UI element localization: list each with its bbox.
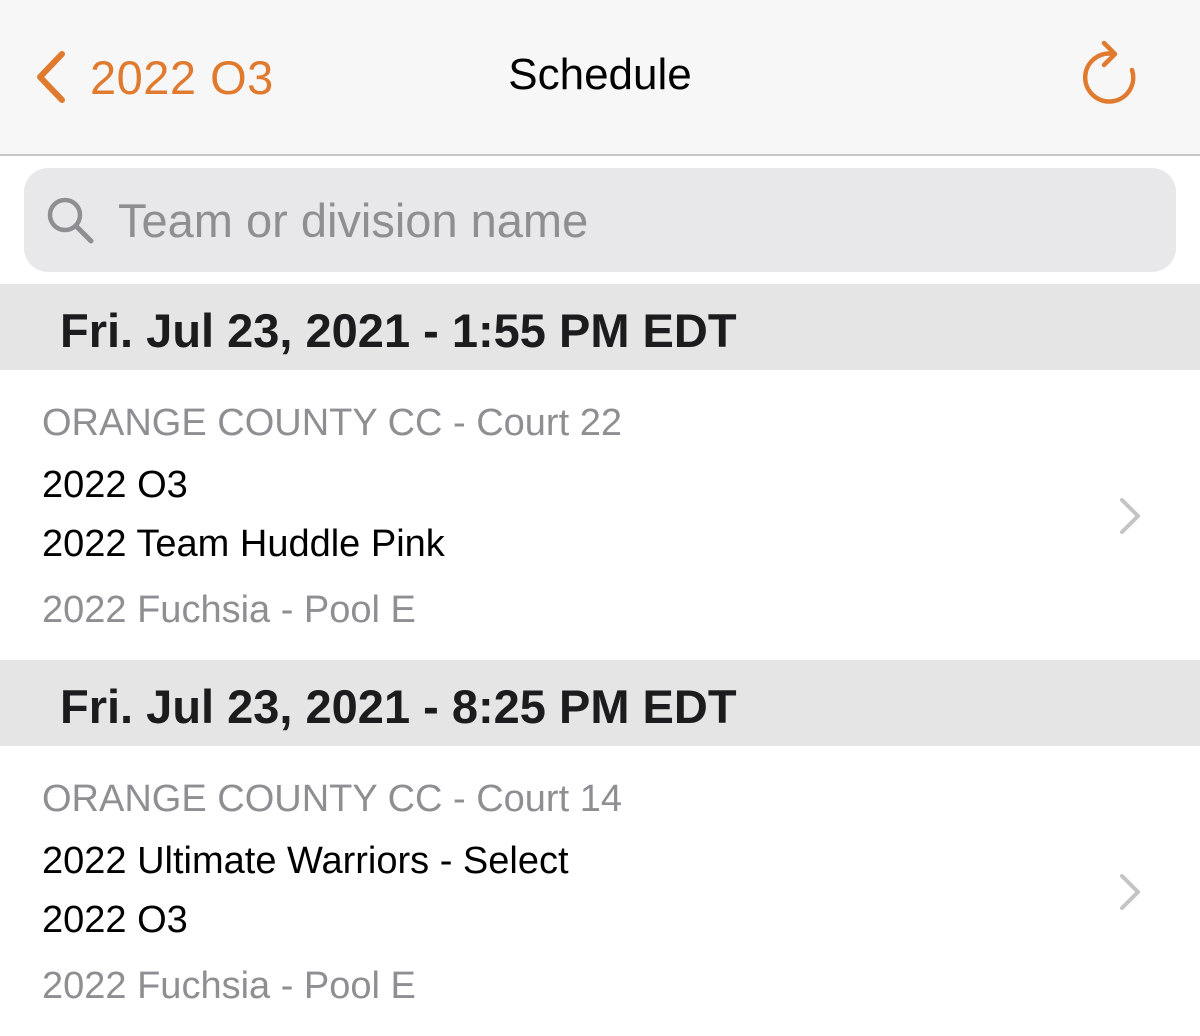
section-header-date: Fri. Jul 23, 2021 - 8:25 PM EDT — [60, 680, 737, 733]
game-location: ORANGE COUNTY CC - Court 22 — [42, 402, 622, 444]
chevron-right-icon — [1120, 874, 1140, 910]
game-location: ORANGE COUNTY CC - Court 14 — [42, 778, 622, 820]
navigation-bar: 2022 O3 Schedule — [0, 0, 1200, 156]
game-team-2: 2022 O3 — [42, 899, 188, 941]
game-team-1: 2022 O3 — [42, 464, 188, 506]
game-division: 2022 Fuchsia - Pool E — [42, 589, 416, 631]
game-row[interactable]: ORANGE COUNTY CC - Court 14 2022 Ultimat… — [0, 746, 1200, 1036]
page-title: Schedule — [508, 50, 692, 99]
refresh-button[interactable] — [1078, 40, 1142, 108]
search-bar-container — [0, 156, 1200, 284]
search-icon — [47, 197, 94, 244]
section-header: Fri. Jul 23, 2021 - 8:25 PM EDT — [0, 660, 1200, 746]
search-input[interactable] — [116, 191, 1120, 249]
game-division: 2022 Fuchsia - Pool E — [42, 965, 416, 1007]
search-bar[interactable] — [24, 168, 1176, 272]
chevron-right-icon — [1120, 498, 1140, 534]
game-team-1: 2022 Ultimate Warriors - Select — [42, 840, 569, 882]
section-header-date: Fri. Jul 23, 2021 - 1:55 PM EDT — [60, 304, 737, 357]
refresh-icon — [1083, 40, 1136, 104]
section-header: Fri. Jul 23, 2021 - 1:55 PM EDT — [0, 284, 1200, 370]
game-team-2: 2022 Team Huddle Pink — [42, 523, 445, 565]
game-row[interactable]: ORANGE COUNTY CC - Court 22 2022 O3 2022… — [0, 370, 1200, 660]
